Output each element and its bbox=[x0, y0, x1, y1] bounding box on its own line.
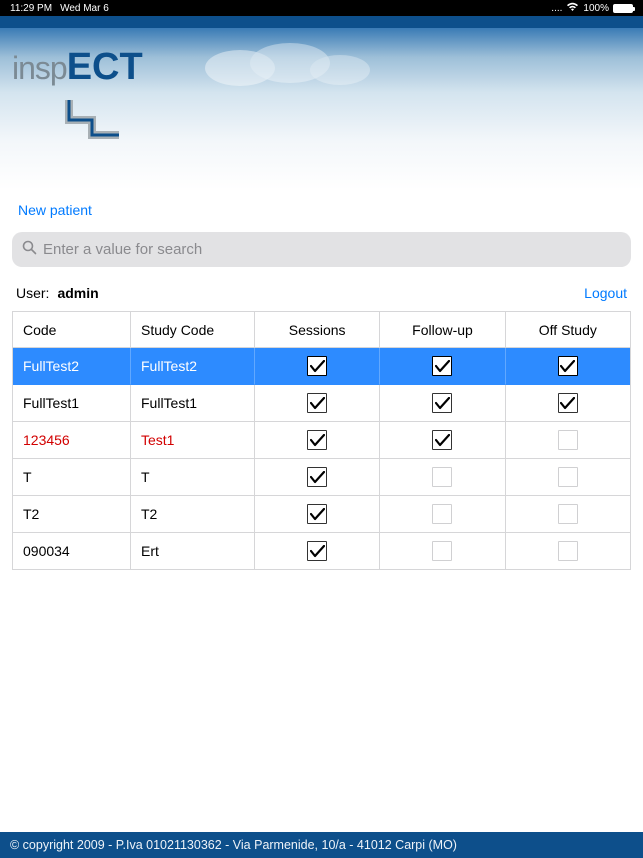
search-input[interactable] bbox=[43, 241, 621, 258]
checkbox-empty-icon[interactable] bbox=[432, 541, 452, 561]
cell-sessions bbox=[255, 459, 380, 496]
table-header-row: Code Study Code Sessions Follow-up Off S… bbox=[13, 312, 630, 348]
user-name: admin bbox=[57, 285, 98, 301]
checkbox-checked-icon[interactable] bbox=[307, 430, 327, 450]
cell-followup bbox=[380, 533, 505, 570]
app-header-banner: inspECT bbox=[0, 28, 643, 190]
new-patient-link[interactable]: New patient bbox=[12, 190, 631, 232]
logo-text-ect: ECT bbox=[67, 46, 143, 88]
cell-offstudy bbox=[506, 533, 630, 570]
th-sessions[interactable]: Sessions bbox=[255, 312, 380, 348]
checkbox-empty-icon[interactable] bbox=[558, 430, 578, 450]
cell-study: T bbox=[131, 459, 255, 496]
checkbox-checked-icon[interactable] bbox=[307, 393, 327, 413]
cell-study: FullTest1 bbox=[131, 385, 255, 422]
battery-percent: 100% bbox=[583, 3, 609, 14]
cell-followup bbox=[380, 348, 505, 385]
cell-followup bbox=[380, 459, 505, 496]
checkbox-checked-icon[interactable] bbox=[432, 393, 452, 413]
status-time: 11:29 PM bbox=[10, 3, 52, 14]
th-study-code[interactable]: Study Code bbox=[131, 312, 255, 348]
logo-bracket-icon bbox=[64, 100, 124, 140]
logo-text-insp: insp bbox=[12, 50, 67, 86]
top-accent-bar bbox=[0, 16, 643, 28]
cell-sessions bbox=[255, 348, 380, 385]
cell-offstudy bbox=[506, 348, 630, 385]
cell-study: FullTest2 bbox=[131, 348, 255, 385]
table-row[interactable]: 090034Ert bbox=[13, 533, 630, 570]
app-logo: inspECT bbox=[12, 46, 143, 89]
logout-link[interactable]: Logout bbox=[584, 285, 627, 301]
user-info-row: User: admin Logout bbox=[12, 279, 631, 311]
cell-followup bbox=[380, 385, 505, 422]
checkbox-checked-icon[interactable] bbox=[307, 504, 327, 524]
cell-code: 123456 bbox=[13, 422, 131, 459]
checkbox-checked-icon[interactable] bbox=[307, 467, 327, 487]
table-row[interactable]: FullTest2FullTest2 bbox=[13, 348, 630, 385]
cell-offstudy bbox=[506, 459, 630, 496]
checkbox-empty-icon[interactable] bbox=[432, 467, 452, 487]
checkbox-empty-icon[interactable] bbox=[558, 504, 578, 524]
checkbox-empty-icon[interactable] bbox=[558, 467, 578, 487]
checkbox-checked-icon[interactable] bbox=[307, 541, 327, 561]
search-field-wrap[interactable] bbox=[12, 232, 631, 267]
cell-offstudy bbox=[506, 496, 630, 533]
cell-study: Test1 bbox=[131, 422, 255, 459]
th-offstudy[interactable]: Off Study bbox=[506, 312, 630, 348]
cell-code: FullTest1 bbox=[13, 385, 131, 422]
checkbox-checked-icon[interactable] bbox=[558, 393, 578, 413]
cell-study: T2 bbox=[131, 496, 255, 533]
th-followup[interactable]: Follow-up bbox=[380, 312, 505, 348]
footer-bar: © copyright 2009 - P.Iva 01021130362 - V… bbox=[0, 832, 643, 858]
status-date: Wed Mar 6 bbox=[60, 3, 109, 14]
cell-sessions bbox=[255, 422, 380, 459]
cell-followup bbox=[380, 496, 505, 533]
cell-sessions bbox=[255, 385, 380, 422]
table-row[interactable]: FullTest1FullTest1 bbox=[13, 385, 630, 422]
cell-study: Ert bbox=[131, 533, 255, 570]
cell-sessions bbox=[255, 533, 380, 570]
checkbox-checked-icon[interactable] bbox=[432, 430, 452, 450]
user-label: User: bbox=[16, 285, 49, 301]
device-status-bar: 11:29 PM Wed Mar 6 .... 100% bbox=[0, 0, 643, 16]
cell-code: 090034 bbox=[13, 533, 131, 570]
wifi-icon bbox=[566, 2, 579, 15]
cell-sessions bbox=[255, 496, 380, 533]
cell-code: FullTest2 bbox=[13, 348, 131, 385]
cell-code: T bbox=[13, 459, 131, 496]
search-icon bbox=[22, 240, 37, 259]
checkbox-checked-icon[interactable] bbox=[432, 356, 452, 376]
checkbox-empty-icon[interactable] bbox=[558, 541, 578, 561]
table-row[interactable]: TT bbox=[13, 459, 630, 496]
checkbox-checked-icon[interactable] bbox=[558, 356, 578, 376]
footer-text: © copyright 2009 - P.Iva 01021130362 - V… bbox=[10, 838, 457, 852]
cell-offstudy bbox=[506, 385, 630, 422]
cell-offstudy bbox=[506, 422, 630, 459]
signal-dots: .... bbox=[551, 3, 562, 14]
table-row[interactable]: T2T2 bbox=[13, 496, 630, 533]
patient-table: Code Study Code Sessions Follow-up Off S… bbox=[12, 311, 631, 570]
battery-icon bbox=[613, 4, 633, 13]
table-row[interactable]: 123456Test1 bbox=[13, 422, 630, 459]
checkbox-empty-icon[interactable] bbox=[432, 504, 452, 524]
cell-followup bbox=[380, 422, 505, 459]
decorative-clouds bbox=[200, 38, 380, 103]
checkbox-checked-icon[interactable] bbox=[307, 356, 327, 376]
th-code[interactable]: Code bbox=[13, 312, 131, 348]
cell-code: T2 bbox=[13, 496, 131, 533]
